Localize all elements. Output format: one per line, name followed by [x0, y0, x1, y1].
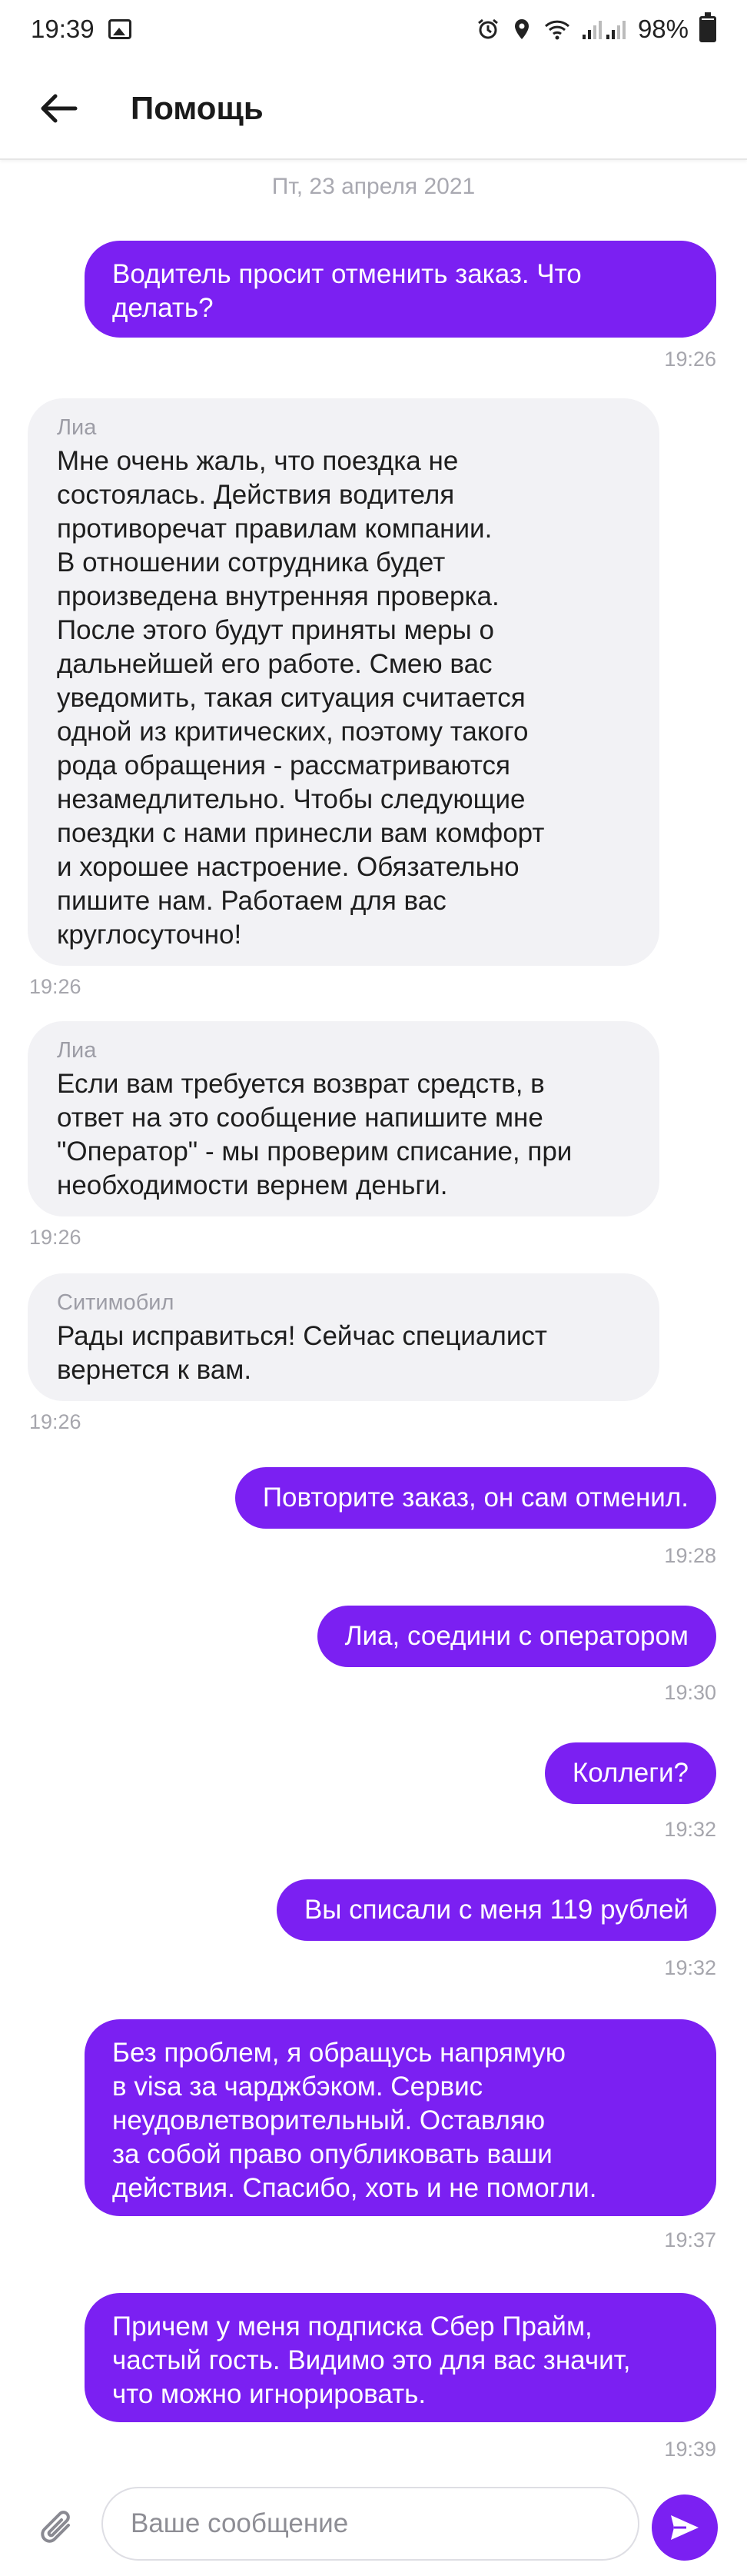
- message-outgoing[interactable]: Коллеги?: [544, 1742, 716, 1804]
- message-outgoing[interactable]: Водитель просит отменить заказ. Что дела…: [85, 241, 716, 338]
- message-sender: Ситимобил: [57, 1290, 174, 1315]
- message-time: 19:26: [29, 1226, 81, 1249]
- message-time: 19:26: [664, 348, 716, 371]
- message-text: Если вам требуется возврат средств, в от…: [57, 1069, 573, 1200]
- message-composer: [0, 2481, 747, 2576]
- message-text: Причем у меня подписка Сбер Прайм, часты…: [112, 2311, 631, 2409]
- message-outgoing[interactable]: Вы списали с меня 119 рублей: [276, 1879, 716, 1941]
- paperclip-icon: [41, 2511, 70, 2543]
- message-time: 19:26: [29, 1410, 81, 1433]
- message-incoming[interactable]: Лиа Если вам требуется возврат средств, …: [28, 1021, 659, 1216]
- message-outgoing[interactable]: Причем у меня подписка Сбер Прайм, часты…: [85, 2293, 716, 2422]
- message-text: Рады исправиться! Сейчас специалист верн…: [57, 1321, 547, 1385]
- status-icons: 98%: [476, 12, 716, 44]
- message-time: 19:37: [664, 2228, 716, 2252]
- message-text: Водитель просит отменить заказ. Что дела…: [112, 259, 582, 323]
- message-time: 19:30: [664, 1681, 716, 1704]
- message-time: 19:28: [664, 1544, 716, 1567]
- message-time: 19:26: [29, 975, 81, 998]
- message-text: Коллеги?: [572, 1758, 689, 1788]
- attach-button[interactable]: [31, 2501, 85, 2555]
- gallery-icon: [108, 19, 131, 39]
- message-text: Повторите заказ, он сам отменил.: [262, 1483, 689, 1513]
- status-bar: 19:39 98%: [0, 0, 747, 58]
- message-sender: Лиа: [57, 415, 97, 440]
- message-outgoing[interactable]: Без проблем, я обращусь напрямую в visa …: [85, 2019, 716, 2216]
- message-time: 19:39: [664, 2438, 716, 2461]
- app-bar: Помощь: [0, 58, 747, 160]
- message-sender: Лиа: [57, 1038, 97, 1063]
- message-input[interactable]: [101, 2487, 639, 2561]
- message-text: Лиа, соедини с оператором: [344, 1621, 689, 1651]
- send-icon: [671, 2515, 699, 2540]
- signal-icon: [582, 21, 626, 39]
- wifi-icon: [544, 20, 569, 40]
- message-incoming[interactable]: Лиа Мне очень жаль, что поездка не состо…: [28, 398, 659, 966]
- arrow-left-icon: [41, 94, 78, 123]
- message-outgoing[interactable]: Лиа, соедини с оператором: [317, 1606, 716, 1667]
- status-time: 19:39: [31, 15, 95, 43]
- back-button[interactable]: [29, 79, 88, 138]
- date-separator: Пт, 23 апреля 2021: [271, 174, 476, 199]
- message-text: Без проблем, я обращусь напрямую в visa …: [112, 2038, 597, 2203]
- message-text: Мне очень жаль, что поездка не состоялас…: [57, 446, 545, 950]
- send-button[interactable]: [652, 2494, 718, 2561]
- message-outgoing[interactable]: Повторите заказ, он сам отменил.: [234, 1467, 716, 1529]
- message-text: Вы списали с меня 119 рублей: [304, 1895, 689, 1925]
- location-icon: [514, 19, 529, 39]
- alarm-icon: [478, 18, 498, 39]
- page-title: Помощь: [131, 90, 264, 126]
- battery-icon: [699, 12, 716, 42]
- message-incoming[interactable]: Ситимобил Рады исправиться! Сейчас специ…: [28, 1273, 659, 1401]
- message-time: 19:32: [664, 1956, 716, 1979]
- battery-percent: 98%: [637, 15, 689, 43]
- message-time: 19:32: [664, 1818, 716, 1841]
